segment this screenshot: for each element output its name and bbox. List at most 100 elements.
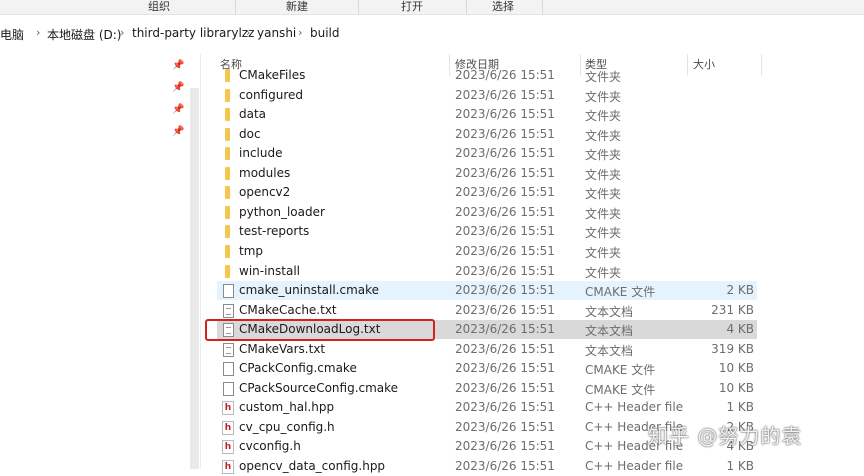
file-type: 文件夹 [585, 148, 622, 163]
breadcrumb-yanshi[interactable]: yanshi [257, 26, 296, 40]
file-name: win-install [239, 263, 301, 278]
ribbon-bar: 组织 新建 打开 选择 [0, 0, 864, 15]
file-size: 1 KB [726, 400, 754, 415]
text-file-icon [223, 342, 234, 357]
navigation-scrollbar[interactable] [190, 88, 199, 469]
file-row[interactable]: cmake_uninstall.cmake 2023/6/26 15:51 CMAK… [217, 281, 757, 301]
file-type: 文件夹 [585, 226, 622, 241]
breadcrumb-third-party[interactable]: third-party librarylzz [132, 26, 254, 40]
file-size: 1 KB [726, 459, 754, 473]
file-type: 文件夹 [585, 245, 622, 260]
file-date: 2023/6/26 15:51 [455, 107, 555, 122]
header-file-icon: h [222, 401, 234, 416]
file-row[interactable]: CPackSourceConfig.cmake 2023/6/26 15:51 CM… [217, 379, 757, 398]
file-type: 文件夹 [585, 89, 622, 104]
breadcrumb-build[interactable]: build [310, 26, 340, 40]
ribbon-group-open[interactable]: 打开 [401, 0, 423, 14]
file-icon [223, 381, 234, 396]
file-row[interactable]: tmp 2023/6/26 15:51 文件夹 [217, 242, 757, 261]
file-date: 2023/6/26 15:51 [455, 224, 555, 239]
breadcrumb-this-pc[interactable]: 此电脑 [0, 26, 24, 43]
file-type: C++ Header file [585, 400, 684, 415]
address-bar[interactable]: 此电脑 › 本地磁盘 (D:) › third-party librarylzz… [0, 20, 864, 46]
file-name: opencv2 [239, 185, 291, 200]
file-type: CMAKE 文件 [585, 382, 656, 397]
file-date: 2023/6/26 15:51 [455, 185, 555, 200]
chevron-right-icon[interactable]: › [120, 26, 124, 39]
file-type: 文件夹 [585, 70, 622, 84]
file-type: CMAKE 文件 [585, 363, 656, 378]
file-date: 2023/6/26 15:51 [455, 302, 555, 317]
file-type: 文本文档 [585, 304, 634, 319]
breadcrumb-drive-d[interactable]: 本地磁盘 (D:) [47, 26, 121, 43]
file-date: 2023/6/26 15:51 [455, 283, 555, 298]
file-date: 2023/6/26 15:51 [455, 439, 555, 454]
file-row[interactable]: CMakeCache.txt 2023/6/26 15:51 文本文档 231 KB [217, 301, 757, 320]
file-row[interactable]: configured 2023/6/26 15:51 文件夹 [217, 86, 757, 105]
file-name: opencv_data_config.hpp [239, 459, 386, 473]
file-type: 文件夹 [585, 187, 622, 202]
pin-icon[interactable]: 📌 [172, 82, 184, 94]
chevron-right-icon[interactable]: › [246, 26, 250, 39]
file-date: 2023/6/26 15:51 [455, 243, 555, 258]
file-size: 4 KB [726, 322, 754, 337]
file-row[interactable]: test-reports 2023/6/26 15:51 文件夹 [217, 222, 757, 241]
file-row[interactable]: h opencv_data_config.hpp 2023/6/26 15:51 C+… [217, 457, 757, 476]
file-name: cmake_uninstall.cmake [239, 283, 380, 298]
file-row[interactable]: h custom_hal.hpp 2023/6/26 15:51 C++ Header… [217, 398, 757, 417]
file-row[interactable]: opencv2 2023/6/26 15:51 文件夹 [217, 183, 757, 202]
file-row[interactable]: CMakeFiles 2023/6/26 15:51 文件夹 [217, 66, 757, 85]
file-icon [223, 284, 234, 299]
folder-icon [225, 166, 230, 180]
file-date: 2023/6/26 15:51 [455, 146, 555, 161]
file-date: 2023/6/26 15:51 [455, 380, 555, 395]
chevron-right-icon[interactable]: › [298, 26, 302, 39]
column-separator[interactable] [761, 54, 762, 76]
folder-icon [225, 69, 230, 82]
file-row[interactable]: win-install 2023/6/26 15:51 文件夹 [217, 262, 757, 281]
file-row[interactable]: python_loader 2023/6/26 15:51 文件夹 [217, 203, 757, 222]
file-type: 文本文档 [585, 343, 634, 358]
file-name: tmp [239, 243, 264, 258]
file-name: custom_hal.hpp [239, 400, 335, 415]
file-date: 2023/6/26 15:51 [455, 165, 555, 180]
file-name: test-reports [239, 224, 310, 239]
folder-icon [225, 108, 230, 122]
folder-icon [225, 88, 230, 102]
file-size: 2 KB [726, 283, 754, 298]
file-type: 文件夹 [585, 265, 622, 280]
file-row[interactable]: data 2023/6/26 15:51 文件夹 [217, 105, 757, 124]
file-name: configured [239, 87, 303, 102]
file-name: CPackSourceConfig.cmake [239, 380, 399, 395]
file-size: 231 KB [711, 302, 754, 317]
file-row[interactable]: CPackConfig.cmake 2023/6/26 15:51 CMAKE 文件… [217, 359, 757, 378]
file-date: 2023/6/26 15:51 [455, 400, 555, 415]
file-name: cvconfig.h [239, 439, 301, 454]
file-date: 2023/6/26 15:51 [455, 361, 555, 376]
folder-icon [225, 225, 230, 239]
file-date: 2023/6/26 15:51 [455, 263, 555, 278]
ribbon-group-select[interactable]: 选择 [492, 0, 514, 14]
file-type: 文件夹 [585, 167, 622, 182]
ribbon-group-organize[interactable]: 组织 [148, 0, 170, 14]
chevron-right-icon[interactable]: › [36, 26, 40, 39]
ribbon-separator [235, 0, 236, 14]
file-size: 10 KB [718, 361, 754, 376]
file-row[interactable]: modules 2023/6/26 15:51 文件夹 [217, 164, 757, 183]
ribbon-separator [358, 0, 359, 14]
file-row[interactable]: CMakeVars.txt 2023/6/26 15:51 文本文档 319 KB [217, 340, 757, 359]
file-name: python_loader [239, 204, 325, 219]
pin-icon[interactable]: 📌 [172, 60, 184, 72]
ribbon-separator [542, 0, 543, 14]
file-row[interactable]: include 2023/6/26 15:51 文件夹 [217, 144, 757, 163]
file-row[interactable]: doc 2023/6/26 15:51 文件夹 [217, 125, 757, 144]
file-date: 2023/6/26 15:51 [455, 322, 555, 337]
header-file-icon: h [222, 420, 234, 435]
ribbon-group-new[interactable]: 新建 [286, 0, 308, 14]
file-name: CPackConfig.cmake [239, 361, 357, 376]
pin-icon[interactable]: 📌 [172, 126, 184, 138]
file-name: include [239, 146, 283, 161]
text-file-icon [223, 303, 234, 318]
pin-icon[interactable]: 📌 [172, 104, 184, 116]
folder-icon [225, 186, 230, 200]
